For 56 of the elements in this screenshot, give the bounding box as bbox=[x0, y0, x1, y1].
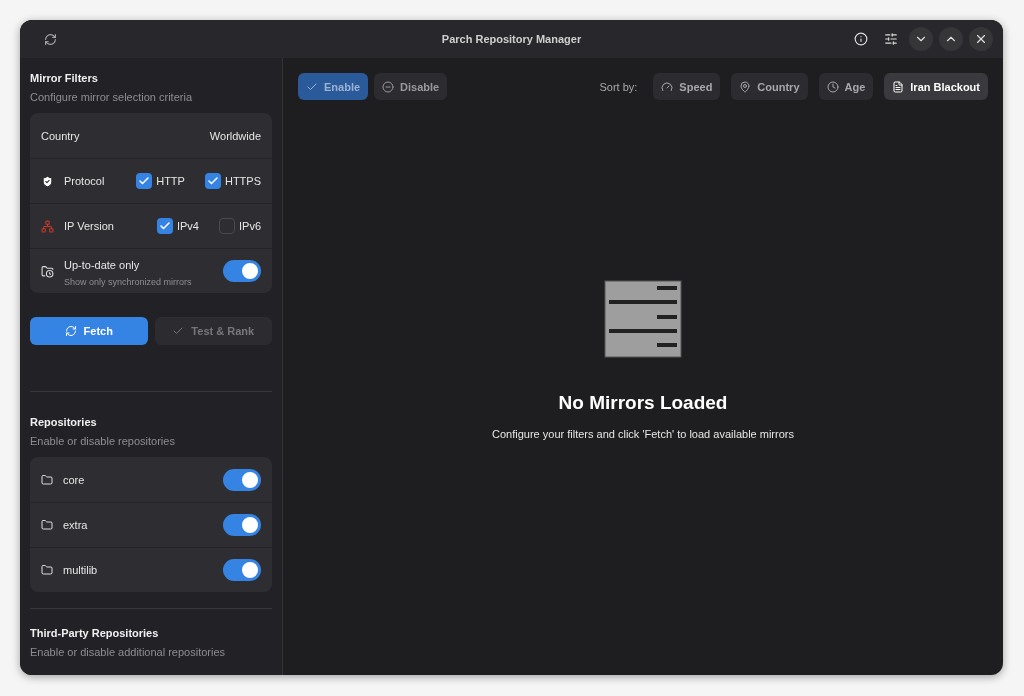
test-rank-button[interactable]: Test & Rank bbox=[154, 317, 272, 345]
disable-button[interactable]: Disable bbox=[374, 73, 448, 100]
section-subtitle: Enable or disable repositories bbox=[30, 435, 176, 447]
check-icon bbox=[172, 325, 185, 337]
repository-name: multilib bbox=[63, 564, 99, 576]
minus-circle-icon bbox=[382, 80, 395, 93]
clock-icon bbox=[826, 80, 839, 93]
sort-button[interactable]: Speed bbox=[653, 73, 721, 100]
protocol-label: Protocol bbox=[64, 175, 106, 187]
folder-icon bbox=[41, 473, 53, 486]
sort-button[interactable]: Country bbox=[731, 73, 808, 100]
section-subtitle: Enable or disable additional repositories bbox=[30, 646, 227, 658]
shield-icon bbox=[41, 174, 54, 188]
network-icon bbox=[41, 219, 54, 233]
checkbox[interactable]: HTTP bbox=[136, 173, 185, 189]
up-to-date-label: Up-to-date only bbox=[64, 259, 140, 271]
refresh-icon bbox=[64, 325, 77, 337]
gauge-icon bbox=[661, 80, 674, 93]
toggle-switch[interactable] bbox=[223, 514, 261, 536]
folder-icon bbox=[41, 519, 53, 531]
check-icon bbox=[138, 175, 151, 187]
country-value[interactable]: Worldwide bbox=[209, 129, 261, 142]
window-title: Parch Repository Manager bbox=[441, 33, 582, 45]
toggle-switch[interactable] bbox=[223, 559, 261, 581]
empty-state-message: Configure your filters and click 'Fetch' to load available mirrors bbox=[492, 428, 794, 440]
sort-button[interactable]: Age bbox=[818, 73, 874, 100]
section-subtitle: Configure mirror selection criteria bbox=[30, 91, 193, 103]
sort-label: Sort by: bbox=[599, 80, 638, 93]
checkbox[interactable]: IPv6 bbox=[219, 218, 261, 234]
folder-clock-icon bbox=[41, 264, 54, 278]
sort-button[interactable]: Iran Blackout bbox=[884, 73, 988, 100]
fetch-button[interactable]: Fetch bbox=[30, 317, 148, 345]
checkbox[interactable]: IPv4 bbox=[156, 218, 199, 234]
toggle-switch[interactable] bbox=[223, 468, 261, 491]
section-title: Third-Party Repositories bbox=[30, 627, 160, 639]
document-icon bbox=[604, 280, 682, 358]
close-button[interactable] bbox=[969, 27, 993, 51]
document-icon bbox=[892, 80, 905, 93]
up-to-date-description: Show only synchronized mirrors bbox=[64, 277, 193, 287]
repository-name: core bbox=[63, 473, 86, 486]
maximize-button[interactable] bbox=[939, 27, 963, 51]
repository-name: extra bbox=[63, 519, 89, 531]
section-title: Repositories bbox=[30, 416, 98, 428]
minimize-button[interactable] bbox=[909, 27, 933, 51]
checkbox[interactable]: HTTPS bbox=[204, 173, 261, 189]
map-pin-icon bbox=[739, 80, 752, 93]
ip-version-label: IP Version bbox=[64, 220, 115, 232]
section-title: Mirror Filters bbox=[30, 72, 99, 84]
empty-state-title: No Mirrors Loaded bbox=[558, 392, 728, 414]
check-icon bbox=[206, 175, 219, 187]
enable-button[interactable]: Enable bbox=[298, 73, 369, 100]
close-icon bbox=[974, 32, 988, 46]
country-label: Country bbox=[41, 129, 81, 142]
folder-icon bbox=[41, 564, 53, 576]
toggle-switch[interactable] bbox=[223, 260, 261, 282]
check-icon bbox=[158, 220, 171, 232]
